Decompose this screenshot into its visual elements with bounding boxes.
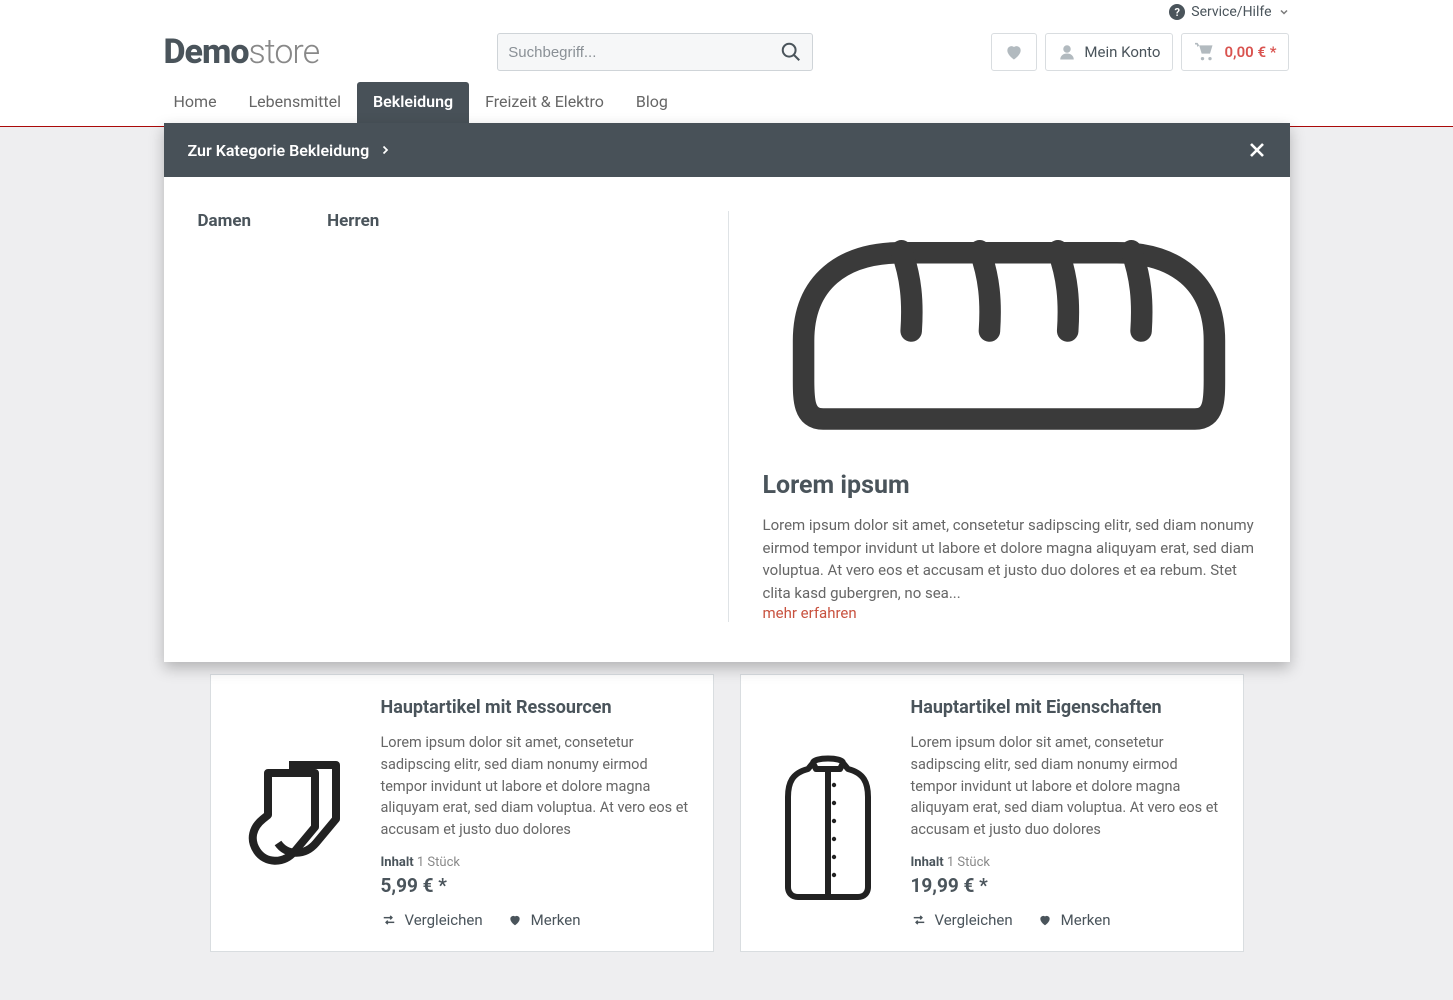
chevron-right-icon: [379, 143, 391, 157]
nav-item-blog[interactable]: Blog: [620, 82, 684, 123]
search-input[interactable]: [508, 44, 780, 61]
main-nav: HomeLebensmittelBekleidungFreizeit & Ele…: [164, 82, 1290, 123]
nav-item-freizeit-elektro[interactable]: Freizeit & Elektro: [469, 82, 620, 123]
product-title: Hauptartikel mit Ressourcen: [381, 697, 691, 718]
header: ? Service/Hilfe Demostore: [164, 0, 1290, 123]
mega-menu: Zur Kategorie Bekleidung Damen Herren Lor…: [164, 123, 1290, 662]
heart-icon: [1004, 42, 1024, 62]
compare-button[interactable]: Vergleichen: [911, 911, 1013, 929]
mm-title: Lorem ipsum: [763, 471, 1256, 500]
product-meta: Inhalt 1 Stück: [911, 855, 1221, 870]
product-card[interactable]: Hauptartikel mit Ressourcen Lorem ipsum d…: [210, 674, 714, 952]
wishlist-button[interactable]: Merken: [1037, 911, 1111, 929]
question-icon: ?: [1169, 4, 1185, 20]
socks-icon: [233, 697, 363, 929]
compare-button[interactable]: Vergleichen: [381, 911, 483, 929]
logo[interactable]: Demostore: [164, 32, 320, 72]
product-title: Hauptartikel mit Eigenschaften: [911, 697, 1221, 718]
account-label: Mein Konto: [1084, 43, 1160, 61]
learn-more-link[interactable]: mehr erfahren: [763, 604, 1256, 622]
close-icon[interactable]: [1248, 141, 1266, 159]
wishlist-button[interactable]: Merken: [507, 911, 581, 929]
service-label: Service/Hilfe: [1191, 4, 1271, 20]
product-card[interactable]: Hauptartikel mit Eigenschaften Lorem ipsu…: [740, 674, 1244, 952]
product-price: 19,99 € *: [911, 874, 1221, 897]
to-category-link[interactable]: Zur Kategorie Bekleidung: [188, 141, 392, 160]
product-row: Hauptartikel mit Ressourcen Lorem ipsum d…: [164, 674, 1290, 952]
product-meta: Inhalt 1 Stück: [381, 855, 691, 870]
category-image: [763, 211, 1256, 453]
mm-subcategory-herren[interactable]: Herren: [327, 211, 379, 231]
user-icon: [1058, 43, 1076, 61]
mm-text: Lorem ipsum dolor sit amet, consetetur s…: [763, 514, 1256, 604]
product-description: Lorem ipsum dolor sit amet, consetetur s…: [911, 732, 1221, 841]
mm-subcategory-damen[interactable]: Damen: [198, 211, 252, 231]
account-button[interactable]: Mein Konto: [1045, 33, 1173, 71]
wishlist-button[interactable]: [991, 33, 1037, 71]
jacket-icon: [763, 697, 893, 929]
nav-item-home[interactable]: Home: [164, 82, 233, 123]
nav-item-bekleidung[interactable]: Bekleidung: [357, 82, 469, 123]
cart-button[interactable]: 0,00 € *: [1181, 33, 1289, 71]
cart-icon: [1194, 42, 1216, 62]
product-price: 5,99 € *: [381, 874, 691, 897]
service-help-dropdown[interactable]: ? Service/Hilfe: [1169, 4, 1289, 20]
nav-item-lebensmittel[interactable]: Lebensmittel: [233, 82, 357, 123]
search-box[interactable]: [497, 33, 813, 71]
cart-price: 0,00 € *: [1224, 43, 1276, 61]
chevron-down-icon: [1278, 6, 1290, 18]
product-description: Lorem ipsum dolor sit amet, consetetur s…: [381, 732, 691, 841]
search-icon[interactable]: [780, 41, 802, 63]
